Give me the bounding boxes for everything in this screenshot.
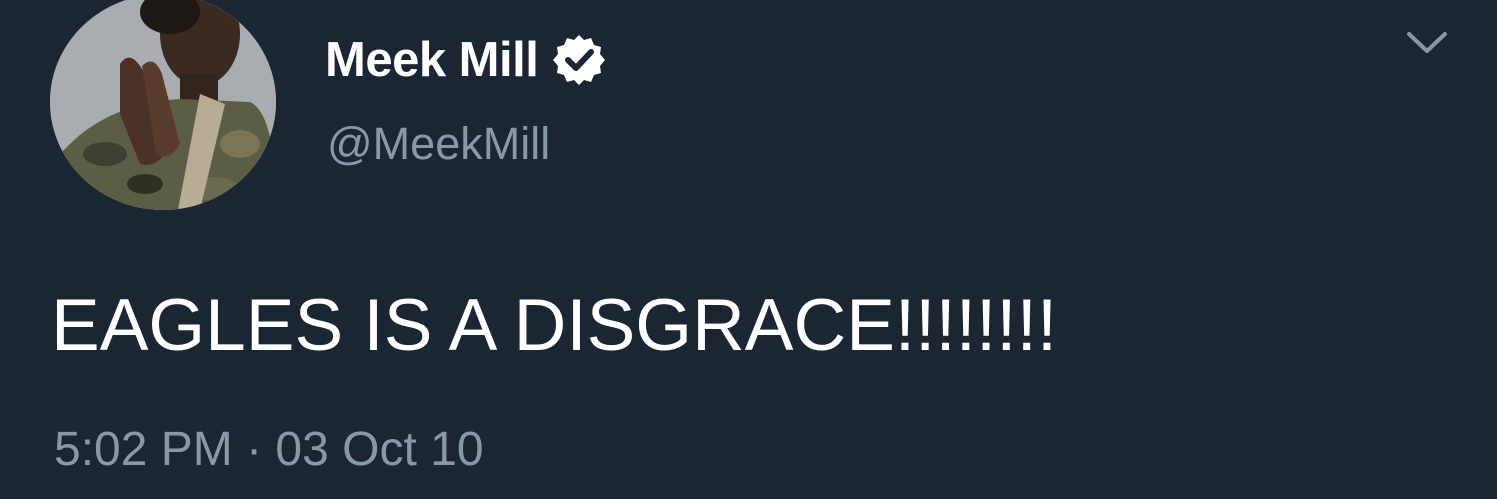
avatar[interactable]	[50, 0, 276, 210]
author-row: Meek Mill	[325, 30, 606, 90]
tweet-card: Meek Mill @MeekMill EAGLES IS A DISGRACE…	[0, 0, 1497, 499]
author-handle[interactable]: @MeekMill	[327, 118, 550, 170]
tweet-timestamp[interactable]: 5:02 PM · 03 Oct 10	[54, 422, 484, 477]
avatar-image	[50, 0, 276, 210]
author-display-name[interactable]: Meek Mill	[325, 32, 539, 88]
tweet-text: EAGLES IS A DISGRACE!!!!!!!!	[51, 285, 1058, 366]
verified-badge-icon	[552, 33, 606, 87]
chevron-down-icon[interactable]	[1404, 28, 1450, 58]
